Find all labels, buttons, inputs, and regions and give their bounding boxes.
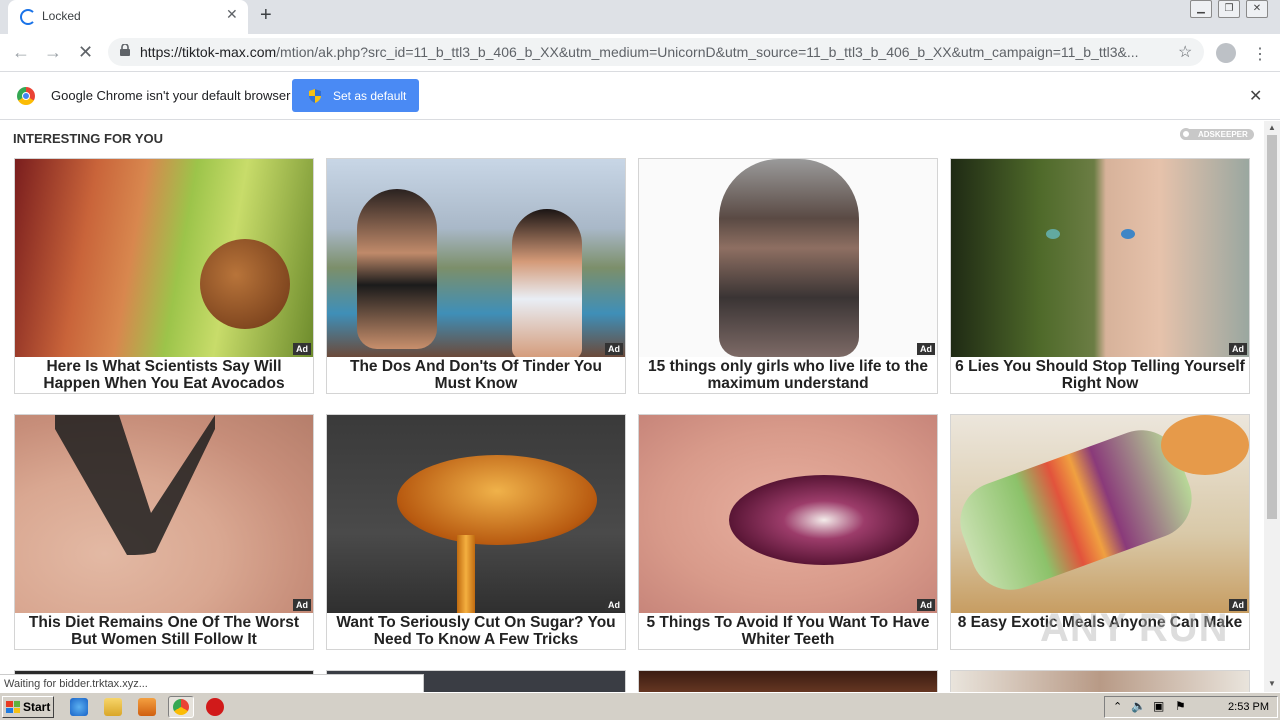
ad-image-tinder[interactable]: Ad <box>327 159 625 357</box>
loading-spinner-icon <box>20 9 36 25</box>
network-icon[interactable]: ▣ <box>1153 699 1164 713</box>
infobar-message: Google Chrome isn't your default browser <box>51 88 291 103</box>
default-browser-infobar: Google Chrome isn't your default browser… <box>0 72 1280 120</box>
volume-icon[interactable]: 🔈 <box>1131 699 1146 713</box>
close-window-button[interactable]: ✕ <box>1246 0 1268 18</box>
ad-caption[interactable]: 6 Lies You Should Stop Telling Yourself … <box>951 357 1249 393</box>
ad-image-avocado[interactable]: Ad <box>15 159 313 357</box>
ad-image-diet[interactable]: Ad <box>15 415 313 613</box>
media-player-icon[interactable] <box>138 698 156 716</box>
system-tray: ⌃ 🔈 ▣ ⚑ 2:53 PM <box>1104 696 1278 718</box>
watermark-logo: ANY RUN <box>1040 606 1229 650</box>
url-text[interactable]: https://tiktok-max.com/mtion/ak.php?src_… <box>140 44 1140 60</box>
chrome-logo-icon <box>17 87 35 105</box>
infobar-close-icon[interactable]: ✕ <box>1249 86 1262 106</box>
windows-taskbar: Start ⌃ 🔈 ▣ ⚑ 2:53 PM <box>0 692 1280 720</box>
chrome-taskbar-button[interactable] <box>168 696 194 718</box>
ad-badge: Ad <box>1229 343 1247 355</box>
ad-card-avocado[interactable]: Ad Here Is What Scientists Say Will Happ… <box>14 158 314 394</box>
ad-caption[interactable]: This Diet Remains One Of The Worst But W… <box>15 613 313 649</box>
status-bubble: Waiting for bidder.trktax.xyz... <box>0 674 424 692</box>
ad-badge: Ad <box>605 599 623 611</box>
uac-shield-icon <box>309 88 321 103</box>
ad-badge: Ad <box>605 343 623 355</box>
url-path: /mtion/ak.php?src_id=11_b_ttl3_b_406_b_X… <box>276 44 1139 60</box>
file-explorer-icon[interactable] <box>104 698 122 716</box>
set-as-default-button[interactable]: Set as default <box>292 79 419 112</box>
stop-loading-button[interactable]: ✕ <box>78 42 93 63</box>
ad-card-girls[interactable]: Ad 15 things only girls who live life to… <box>638 158 938 394</box>
chrome-menu-icon[interactable]: ⋮ <box>1252 44 1268 64</box>
taskbar-clock[interactable]: 2:53 PM <box>1228 701 1269 713</box>
ad-card-sugar[interactable]: Ad Want To Seriously Cut On Sugar? You N… <box>326 414 626 650</box>
start-button[interactable]: Start <box>2 696 54 718</box>
scroll-down-arrow-icon[interactable]: ▼ <box>1268 679 1276 688</box>
vertical-scrollbar[interactable]: ▲ ▼ <box>1264 121 1280 692</box>
close-tab-icon[interactable]: ✕ <box>226 6 238 23</box>
windows-logo-icon <box>6 701 20 713</box>
browser-toolbar: ← → ✕ https://tiktok-max.com/mtion/ak.ph… <box>0 34 1280 72</box>
ad-badge: Ad <box>917 599 935 611</box>
ad-badge: Ad <box>293 343 311 355</box>
lock-icon[interactable] <box>120 44 130 56</box>
ad-badge: Ad <box>293 599 311 611</box>
new-tab-button[interactable]: + <box>260 4 272 27</box>
set-as-default-label: Set as default <box>333 88 407 103</box>
section-title: INTERESTING FOR YOU <box>13 131 163 146</box>
ad-card-tinder[interactable]: Ad The Dos And Don'ts Of Tinder You Must… <box>326 158 626 394</box>
internet-explorer-icon[interactable] <box>70 698 88 716</box>
ad-card-lies[interactable]: Ad 6 Lies You Should Stop Telling Yourse… <box>950 158 1250 394</box>
tab-title: Locked <box>42 9 81 23</box>
forward-button[interactable]: → <box>44 42 62 63</box>
window-controls: ▁ ❐ ✕ <box>1190 0 1268 18</box>
ad-card-teeth[interactable]: Ad 5 Things To Avoid If You Want To Have… <box>638 414 938 650</box>
minimize-button[interactable]: ▁ <box>1190 0 1212 18</box>
ad-badge: Ad <box>1229 599 1247 611</box>
ad-caption[interactable]: 5 Things To Avoid If You Want To Have Wh… <box>639 613 937 649</box>
tab-locked[interactable]: Locked ✕ <box>8 0 248 34</box>
bookmark-star-icon[interactable]: ☆ <box>1178 42 1192 62</box>
ad-image-meals[interactable]: Ad <box>951 415 1249 613</box>
ad-badge: Ad <box>917 343 935 355</box>
ad-image-teeth[interactable]: Ad <box>639 415 937 613</box>
back-button[interactable]: ← <box>12 42 30 63</box>
ad-caption[interactable]: Want To Seriously Cut On Sugar? You Need… <box>327 613 625 649</box>
opera-warning-icon[interactable] <box>206 698 224 716</box>
ad-card-row3-3[interactable] <box>638 670 938 692</box>
scroll-up-arrow-icon[interactable]: ▲ <box>1268 123 1276 132</box>
ad-image-sugar[interactable]: Ad <box>327 415 625 613</box>
ad-image-girls[interactable]: Ad <box>639 159 937 357</box>
tray-expand-icon[interactable]: ⌃ <box>1113 700 1122 713</box>
tab-strip: Locked ✕ + ▁ ❐ ✕ <box>0 0 1280 34</box>
start-label: Start <box>23 700 51 714</box>
ad-card-diet[interactable]: Ad This Diet Remains One Of The Worst Bu… <box>14 414 314 650</box>
ad-caption[interactable]: The Dos And Don'ts Of Tinder You Must Kn… <box>327 357 625 393</box>
profile-avatar-icon[interactable] <box>1216 43 1236 63</box>
ad-caption[interactable]: Here Is What Scientists Say Will Happen … <box>15 357 313 393</box>
ad-card-row3-4[interactable] <box>950 670 1250 692</box>
ad-image-lies[interactable]: Ad <box>951 159 1249 357</box>
url-host: https://tiktok-max.com <box>140 44 277 60</box>
adskeeper-key-icon <box>1180 128 1192 140</box>
ad-caption[interactable]: 15 things only girls who live life to th… <box>639 357 937 393</box>
action-center-flag-icon[interactable]: ⚑ <box>1175 699 1186 713</box>
scroll-thumb[interactable] <box>1267 135 1277 519</box>
address-bar[interactable]: https://tiktok-max.com/mtion/ak.php?src_… <box>108 38 1204 66</box>
restore-button[interactable]: ❐ <box>1218 0 1240 18</box>
